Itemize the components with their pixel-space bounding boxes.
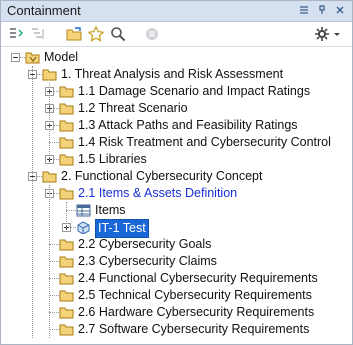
folder-icon xyxy=(59,136,74,149)
folder-icon xyxy=(59,306,74,319)
tree-item-label[interactable]: 1.4 Risk Treatment and Cybersecurity Con… xyxy=(78,134,331,151)
tree-guide-line xyxy=(32,66,33,338)
tree-item-label[interactable]: 2.5 Technical Cybersecurity Requirements xyxy=(78,287,312,304)
search-icon[interactable] xyxy=(109,25,127,43)
tree-row[interactable]: 1.3 Attack Paths and Feasibility Ratings xyxy=(1,117,341,134)
tree-row[interactable]: Model xyxy=(1,49,341,66)
tree-row[interactable]: Items xyxy=(1,202,341,219)
tree-row[interactable]: 1.5 Libraries xyxy=(1,151,341,168)
scrollbar[interactable] xyxy=(342,47,352,344)
open-folder-icon[interactable] xyxy=(65,25,83,43)
tree-row[interactable]: 1. Threat Analysis and Risk Assessment xyxy=(1,66,341,83)
tree-item-label[interactable]: 2.6 Hardware Cybersecurity Requirements xyxy=(78,304,314,321)
close-icon[interactable] xyxy=(334,4,346,16)
tree-row[interactable]: 2.3 Cybersecurity Claims xyxy=(1,253,341,270)
tree-item-label[interactable]: 2.7 Software Cybersecurity Requirements xyxy=(78,321,309,338)
tree-row[interactable]: 2.7 Software Cybersecurity Requirements xyxy=(1,321,341,338)
tree-item-label[interactable]: 1.5 Libraries xyxy=(78,151,147,168)
pin-icon[interactable] xyxy=(316,4,328,16)
panel-titlebar: Containment xyxy=(1,1,352,22)
tree-item-label[interactable]: 2.3 Cybersecurity Claims xyxy=(78,253,217,270)
tree-row[interactable]: 2.6 Hardware Cybersecurity Requirements xyxy=(1,304,341,321)
table-icon xyxy=(76,204,91,217)
folder-icon xyxy=(59,272,74,285)
folder-icon xyxy=(59,187,74,200)
tree-row[interactable]: 1.1 Damage Scenario and Impact Ratings xyxy=(1,83,341,100)
containment-tree: Model 1. Threat Analysis and Risk Assessm… xyxy=(1,47,341,344)
tree-item-label[interactable]: 2.2 Cybersecurity Goals xyxy=(78,236,211,253)
tree-row[interactable]: IT-1 Test xyxy=(1,219,341,238)
tree-item-label[interactable]: 1.2 Threat Scenario xyxy=(78,100,188,117)
collapse-toggle-icon[interactable] xyxy=(11,53,20,62)
folder-icon xyxy=(59,255,74,268)
tree-item-label[interactable]: 2.4 Functional Cybersecurity Requirement… xyxy=(78,270,318,287)
tree-row[interactable]: 2.4 Functional Cybersecurity Requirement… xyxy=(1,270,341,287)
folder-icon xyxy=(59,238,74,251)
titlebar-buttons xyxy=(298,4,346,16)
panel-title: Containment xyxy=(7,3,81,18)
folder-icon xyxy=(42,68,57,81)
folder-icon xyxy=(59,289,74,302)
tree-row[interactable]: 1.2 Threat Scenario xyxy=(1,100,341,117)
tree-connector xyxy=(49,244,59,245)
tree-item-label[interactable]: Items xyxy=(95,202,126,219)
item-block-icon xyxy=(76,221,91,235)
tree-guide-line xyxy=(49,185,50,338)
collapse-all-icon[interactable] xyxy=(7,25,25,43)
settings-gear-icon[interactable] xyxy=(313,25,343,43)
filter-icon[interactable] xyxy=(143,25,161,43)
tree-row[interactable]: 1.4 Risk Treatment and Cybersecurity Con… xyxy=(1,134,341,151)
tree-item-label[interactable]: 1.3 Attack Paths and Feasibility Ratings xyxy=(78,117,298,134)
tree-item-label[interactable]: 2. Functional Cybersecurity Concept xyxy=(61,168,262,185)
tree-connector xyxy=(49,329,59,330)
tree-item-label[interactable]: Model xyxy=(44,49,78,66)
tree-guide-line xyxy=(49,83,50,160)
tree-row[interactable]: 2. Functional Cybersecurity Concept xyxy=(1,168,341,185)
tree-row[interactable]: 2.1 Items & Assets Definition xyxy=(1,185,341,202)
menu-icon[interactable] xyxy=(298,4,310,16)
tree-connector xyxy=(49,261,59,262)
folder-icon xyxy=(59,119,74,132)
folder-icon xyxy=(42,170,57,183)
tree-row[interactable]: 2.5 Technical Cybersecurity Requirements xyxy=(1,287,341,304)
tree-connector xyxy=(49,142,59,143)
model-folder-icon xyxy=(25,51,40,64)
favorite-star-icon[interactable] xyxy=(87,25,105,43)
tree-item-label[interactable]: 1.1 Damage Scenario and Impact Ratings xyxy=(78,83,310,100)
expand-all-icon[interactable] xyxy=(29,25,47,43)
folder-icon xyxy=(59,102,74,115)
tree-connector xyxy=(66,210,76,211)
tree-connector xyxy=(49,312,59,313)
folder-icon xyxy=(59,85,74,98)
tree-guide-line xyxy=(66,202,67,228)
tree-connector xyxy=(49,295,59,296)
toolbar xyxy=(1,22,352,47)
containment-panel: Containment Model 1. Threat Analysis and… xyxy=(0,0,353,345)
tree-item-label[interactable]: 1. Threat Analysis and Risk Assessment xyxy=(61,66,283,83)
tree-item-label[interactable]: 2.1 Items & Assets Definition xyxy=(78,185,237,202)
tree-row[interactable]: 2.2 Cybersecurity Goals xyxy=(1,236,341,253)
folder-icon xyxy=(59,153,74,166)
tree-connector xyxy=(49,278,59,279)
folder-icon xyxy=(59,323,74,336)
